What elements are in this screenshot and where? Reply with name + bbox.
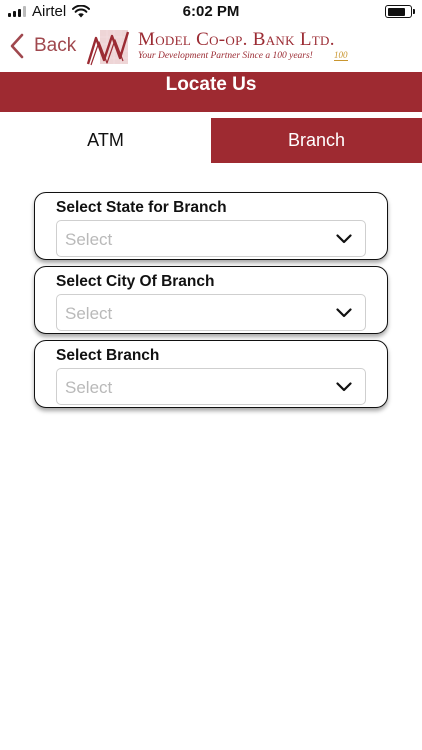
tab-branch[interactable]: Branch	[211, 118, 422, 163]
branch-field-card: Select Branch Select	[34, 340, 388, 408]
state-field-label: Select State for Branch	[56, 199, 227, 216]
back-label: Back	[34, 35, 77, 56]
city-select[interactable]: Select	[56, 294, 366, 331]
bank-logo: Model Co-op. Bank Ltd. Your Development …	[86, 28, 356, 68]
battery-level	[387, 7, 405, 16]
chevron-down-icon	[336, 234, 352, 244]
branch-select-value: Select	[65, 378, 113, 397]
chevron-down-icon	[336, 382, 352, 392]
bank-logo-mark	[86, 30, 130, 66]
branch-field-label: Select Branch	[56, 347, 160, 364]
status-bar: Airtel 6:02 PM	[0, 0, 422, 24]
city-field-card: Select City Of Branch Select	[34, 266, 388, 334]
bank-name: Model Co-op. Bank Ltd.	[138, 29, 335, 50]
centenary-badge: 100	[334, 50, 348, 61]
state-select[interactable]: Select	[56, 220, 366, 257]
state-field-card: Select State for Branch Select	[34, 192, 388, 260]
branch-select[interactable]: Select	[56, 368, 366, 405]
locator-tabs: ATM Branch	[0, 118, 422, 163]
back-button[interactable]: Back	[8, 32, 76, 60]
chevron-left-icon	[10, 33, 24, 59]
state-select-value: Select	[65, 230, 113, 249]
city-select-value: Select	[65, 304, 113, 323]
clock: 6:02 PM	[182, 3, 240, 20]
bank-tagline: Your Development Partner Since a 100 yea…	[138, 51, 313, 61]
chevron-down-icon	[336, 308, 352, 318]
city-field-label: Select City Of Branch	[56, 273, 215, 290]
nav-header: Back Model Co-op. Bank Ltd. Your Develop…	[0, 24, 422, 72]
page-title: Locate Us	[0, 72, 422, 112]
tab-atm[interactable]: ATM	[0, 118, 211, 163]
battery-icon	[385, 5, 415, 18]
